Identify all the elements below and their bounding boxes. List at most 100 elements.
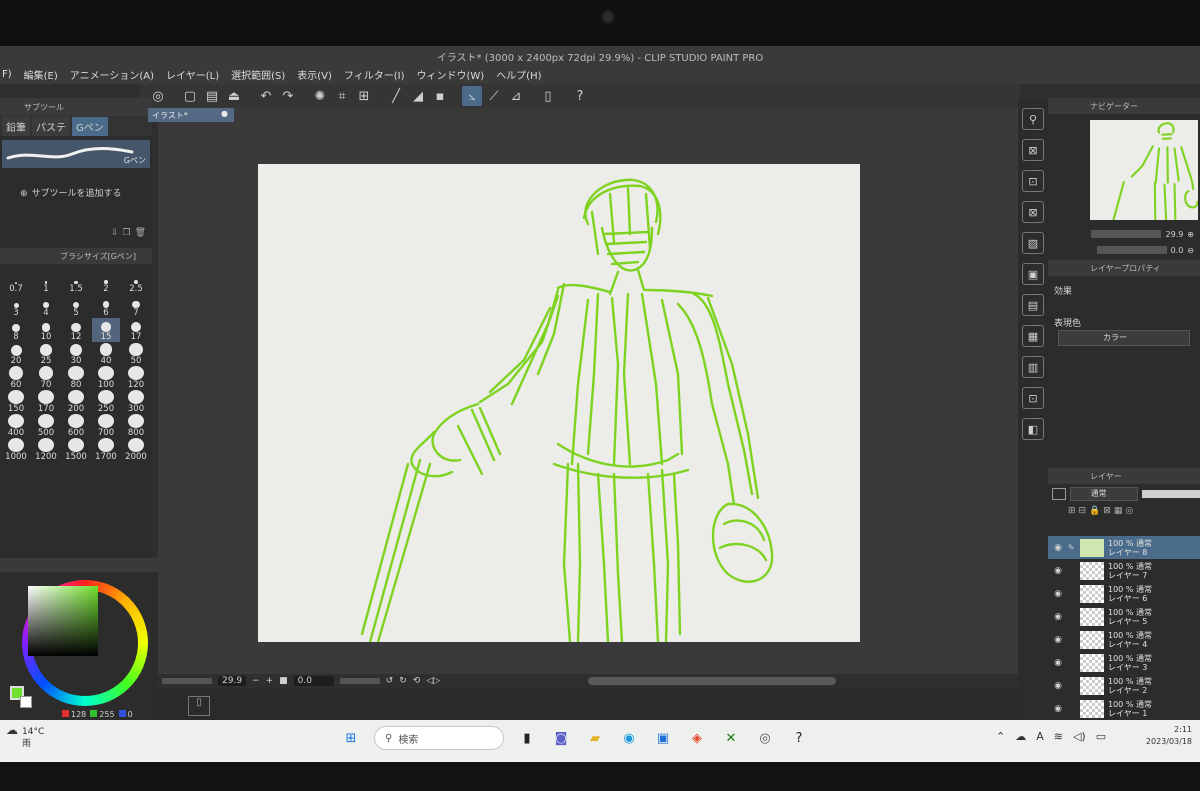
tablet-icon[interactable]: ▯	[538, 86, 558, 106]
store-icon[interactable]: ▣	[652, 727, 674, 749]
brush-size-3[interactable]: 3	[2, 294, 30, 318]
ime-indicator[interactable]: A	[1036, 730, 1044, 743]
menu-animation[interactable]: アニメーション(A)	[64, 67, 160, 82]
history-icon[interactable]: ▨	[1022, 232, 1044, 254]
xbox-icon[interactable]: ✕	[720, 727, 742, 749]
tab-pencil[interactable]: 鉛筆	[2, 116, 30, 136]
rotate-right-icon[interactable]: ↻	[399, 676, 407, 686]
task-view-icon[interactable]: ▮	[516, 727, 538, 749]
rotate-left-icon[interactable]: ↺	[386, 676, 394, 686]
menu-window[interactable]: ウィンドウ(W)	[410, 67, 490, 82]
clear-icon[interactable]: ╱	[386, 86, 406, 106]
layer-row[interactable]: ◉ 100 % 通常 レイヤー 6	[1048, 582, 1200, 605]
weather-widget[interactable]: ☁ 14°C 雨	[6, 724, 44, 750]
eye-icon[interactable]: ◉	[1048, 543, 1068, 553]
brush-size-8[interactable]: 8	[2, 318, 30, 342]
navigator-rotate-icon[interactable]: ⊖	[1187, 246, 1194, 255]
auto-action-icon[interactable]: ▣	[1022, 263, 1044, 285]
brush-size-17[interactable]: 17	[122, 318, 150, 342]
eye-icon[interactable]: ◉	[1048, 704, 1068, 714]
layer-toolbar-icons[interactable]: ⊞⊟🔒⊠▦◎	[1068, 506, 1136, 516]
sub-view-icon[interactable]: ⊡	[1022, 170, 1044, 192]
brush-size-20[interactable]: 20	[2, 342, 30, 366]
brush-size-0-7[interactable]: 0.7	[2, 270, 30, 294]
brush-size-150[interactable]: 150	[2, 390, 30, 414]
zoom-in-icon[interactable]: +	[266, 676, 274, 686]
onedrive-icon[interactable]: ☁	[1015, 730, 1026, 743]
brush-size-60[interactable]: 60	[2, 366, 30, 390]
clear-outside-icon[interactable]: ▪	[430, 86, 450, 106]
layer-row[interactable]: ◉ 100 % 通常 レイヤー 7	[1048, 559, 1200, 582]
menu-filter[interactable]: フィルター(I)	[338, 67, 411, 82]
flip-icon[interactable]: ◁▷	[426, 676, 440, 686]
search-icon[interactable]: ⚲	[1022, 108, 1044, 130]
clip-studio-paint-taskbar-icon[interactable]: ?	[788, 727, 810, 749]
brush-size-100[interactable]: 100	[92, 366, 120, 390]
tab-pastel[interactable]: パステ	[32, 116, 70, 136]
brush-size-25[interactable]: 25	[32, 342, 60, 366]
zoom-value[interactable]: 29.9	[218, 676, 247, 686]
brush-size-200[interactable]: 200	[62, 390, 90, 414]
menu-layer[interactable]: レイヤー(L)	[160, 67, 225, 82]
brush-size-5[interactable]: 5	[62, 294, 90, 318]
brush-size-15[interactable]: 15	[92, 318, 120, 342]
brush-size-30[interactable]: 30	[62, 342, 90, 366]
zoom-slider[interactable]	[162, 678, 212, 684]
menu-edit[interactable]: 編集(E)	[18, 67, 64, 82]
start-icon[interactable]: ⊞	[340, 727, 362, 749]
brush-size-7[interactable]: 7	[122, 294, 150, 318]
brush-size-120[interactable]: 120	[122, 366, 150, 390]
brush-size-1500[interactable]: 1500	[62, 438, 90, 462]
brush-size-1000[interactable]: 1000	[2, 438, 30, 462]
eye-icon[interactable]: ◉	[1048, 658, 1068, 668]
horizontal-scrollbar[interactable]	[588, 677, 836, 685]
brush-size-50[interactable]: 50	[122, 342, 150, 366]
fit-icon[interactable]: ■	[279, 676, 288, 686]
menu-help[interactable]: ヘルプ(H)	[490, 67, 547, 82]
express-color-select[interactable]: カラー	[1058, 330, 1190, 346]
fill-icon[interactable]: ◢	[408, 86, 428, 106]
item-bank-icon[interactable]: ⊠	[1022, 201, 1044, 223]
snap-special-ruler-icon[interactable]: ⟋	[484, 86, 504, 106]
brush-size-170[interactable]: 170	[32, 390, 60, 414]
saturation-value-square[interactable]	[28, 586, 98, 656]
undo-icon[interactable]: ↶	[256, 86, 276, 106]
chat-icon[interactable]: ◙	[550, 727, 572, 749]
crop-icon[interactable]: ⌗	[332, 86, 352, 106]
navigator-rotation-slider[interactable]	[1096, 246, 1167, 254]
close-icon[interactable]: ●	[221, 109, 228, 118]
loading-icon[interactable]: ✺	[310, 86, 330, 106]
navigator-rotation[interactable]: 0.0	[1171, 246, 1184, 255]
brush-size-400[interactable]: 400	[2, 414, 30, 438]
rotation-slider[interactable]	[339, 678, 380, 684]
brush-size-40[interactable]: 40	[92, 342, 120, 366]
brush-size-300[interactable]: 300	[122, 390, 150, 414]
chevron-up-icon[interactable]: ⌃	[996, 730, 1005, 743]
blend-mode-select[interactable]: 通常	[1069, 487, 1138, 501]
menu-file[interactable]: F)	[0, 69, 18, 80]
brush-size-1[interactable]: 1	[32, 270, 60, 294]
save-icon[interactable]: ⏏	[224, 86, 244, 106]
redo-icon[interactable]: ↷	[278, 86, 298, 106]
brush-size-2000[interactable]: 2000	[122, 438, 150, 462]
volume-icon[interactable]: ◁)	[1073, 730, 1086, 743]
panel-toggle-icon[interactable]: ▯	[188, 696, 210, 716]
add-subtool-button[interactable]: ⊕ サブツールを追加する	[0, 172, 152, 228]
brush-size-80[interactable]: 80	[62, 366, 90, 390]
brush-size-10[interactable]: 10	[32, 318, 60, 342]
snap-ruler-icon[interactable]: ⦣	[462, 86, 482, 106]
brush-size-600[interactable]: 600	[62, 414, 90, 438]
quick-access-icon[interactable]: ▥	[1022, 356, 1044, 378]
brush-size-500[interactable]: 500	[32, 414, 60, 438]
menu-selection[interactable]: 選択範囲(S)	[225, 67, 291, 82]
brush-size-1-5[interactable]: 1.5	[62, 270, 90, 294]
brush-size-4[interactable]: 4	[32, 294, 60, 318]
eye-icon[interactable]: ◉	[1048, 612, 1068, 622]
clip-studio-taskbar-icon[interactable]: ◎	[754, 727, 776, 749]
opacity-slider[interactable]	[1142, 490, 1200, 498]
brush-size-700[interactable]: 700	[92, 414, 120, 438]
tab-gpen[interactable]: Gペン	[72, 116, 108, 136]
import-icon[interactable]: ⇩	[111, 228, 119, 242]
eye-icon[interactable]: ◉	[1048, 589, 1068, 599]
layer-row[interactable]: ◉ 100 % 通常 レイヤー 1	[1048, 697, 1200, 720]
